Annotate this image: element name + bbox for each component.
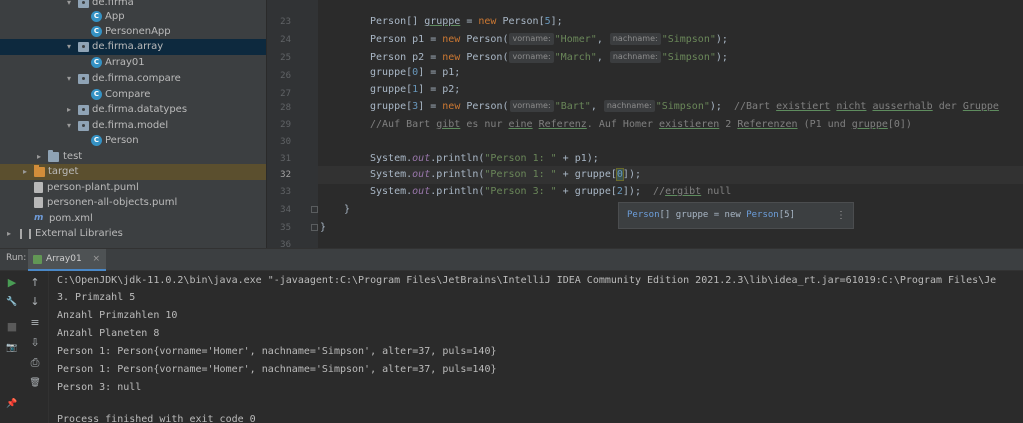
tree-item-de-firma-model[interactable]: ▾ de.firma.model <box>0 118 266 134</box>
package-icon <box>78 105 89 115</box>
code-line-28: gruppe[3] = new Person(vorname: "Bart", n… <box>370 100 999 112</box>
code-line-32: System.out.println("Person 1: " + gruppe… <box>370 168 641 181</box>
line-number: 34 <box>280 205 291 215</box>
tree-item-personen-all-objects-puml[interactable]: personen-all-objects.puml <box>0 195 266 211</box>
run-tab-array01[interactable]: Array01 × <box>28 249 106 271</box>
package-icon <box>78 0 89 8</box>
console-line: C:\OpenJDK\jdk-11.0.2\bin\java.exe "-jav… <box>57 275 997 286</box>
soft-wrap-icon[interactable]: ≡ <box>26 315 44 331</box>
declaration-popup[interactable]: Person[] gruppe = new Person[5] ⋮ <box>618 202 854 229</box>
code-line-27: gruppe[1] = p2; <box>370 84 461 95</box>
libraries-icon <box>20 229 31 239</box>
scroll-to-end-icon[interactable]: ⇩ <box>26 335 44 351</box>
line-number: 33 <box>280 187 291 197</box>
up-arrow-icon[interactable]: ↑ <box>26 275 44 291</box>
console-line: Person 1: Person{vorname='Homer', nachna… <box>57 364 497 375</box>
chevron-down-icon[interactable]: ▾ <box>64 39 74 55</box>
line-number-active: 32 <box>280 170 291 180</box>
camera-icon[interactable]: 📷 <box>3 340 21 356</box>
code-line-29: //Auf Bart gibt es nur eine Referenz. Au… <box>370 119 912 130</box>
parameter-hint: nachname: <box>609 51 661 63</box>
tree-item-person[interactable]: C Person <box>0 133 266 149</box>
rerun-icon[interactable]: ▶ <box>3 275 21 291</box>
more-options-icon[interactable]: ⋮ <box>836 203 846 228</box>
print-icon[interactable]: ⎙ <box>26 355 44 371</box>
line-number: 24 <box>280 35 291 45</box>
folder-icon <box>48 150 59 162</box>
run-tool-window: Run: Array01 × ▶ 🔧 ■ 📷 📌 ↑ ↓ ≡ ⇩ ⎙ 🗑 C:\… <box>0 248 1023 423</box>
console-line: Person 3: null <box>57 382 142 393</box>
line-number: 29 <box>280 120 291 130</box>
parameter-hint: vorname: <box>509 51 554 63</box>
line-number: 23 <box>280 17 291 27</box>
code-line-24: Person p1 = new Person(vorname: "Homer", … <box>370 33 728 45</box>
run-label: Run: <box>6 253 27 263</box>
pin-icon[interactable]: 📌 <box>3 396 21 412</box>
down-arrow-icon[interactable]: ↓ <box>26 294 44 310</box>
console-output[interactable]: C:\OpenJDK\jdk-11.0.2\bin\java.exe "-jav… <box>48 271 1023 423</box>
code-line-34: } <box>344 204 351 215</box>
console-line: Process finished with exit code 0 <box>57 414 256 423</box>
run-config-icon <box>33 255 42 264</box>
console-line: Anzahl Primzahlen 10 <box>57 310 178 321</box>
code-line-35: } <box>320 222 327 233</box>
chevron-down-icon[interactable]: ▾ <box>64 71 74 87</box>
tree-item-de-firma-datatypes[interactable]: ▸ de.firma.datatypes <box>0 102 266 118</box>
code-line-26: gruppe[0] = p1; <box>370 67 461 78</box>
chevron-down-icon[interactable]: ▾ <box>64 118 74 134</box>
class-icon: C <box>91 57 102 68</box>
trash-icon[interactable]: 🗑 <box>26 375 44 391</box>
package-icon <box>78 42 89 52</box>
package-icon <box>78 74 89 84</box>
tree-item-app[interactable]: C App <box>0 9 266 25</box>
tree-item-array01[interactable]: C Array01 <box>0 55 266 71</box>
file-icon <box>34 182 43 193</box>
line-number: 25 <box>280 53 291 63</box>
fold-marker-icon[interactable] <box>311 224 318 231</box>
chevron-right-icon[interactable]: ▸ <box>4 226 14 242</box>
stop-icon[interactable]: ■ <box>3 319 21 335</box>
line-number: 35 <box>280 223 291 233</box>
class-icon: C <box>91 26 102 37</box>
class-icon: C <box>91 11 102 22</box>
tree-item-de-firma-compare[interactable]: ▾ de.firma.compare <box>0 71 266 87</box>
line-number: 30 <box>280 137 291 147</box>
tree-item-person-plant-puml[interactable]: person-plant.puml <box>0 180 266 196</box>
parameter-hint: nachname: <box>609 33 661 45</box>
tree-item-target[interactable]: ▸ target <box>0 164 266 180</box>
console-line: Person 1: Person{vorname='Homer', nachna… <box>57 346 497 357</box>
line-number: 28 <box>280 103 291 113</box>
console-line: Anzahl Planeten 8 <box>57 328 160 339</box>
code-line-23: Person[] gruppe = new Person[5]; <box>370 16 563 27</box>
project-tree: ▾ de.firma C App C PersonenApp ▾ de.firm… <box>0 0 266 248</box>
parameter-hint: nachname: <box>603 100 655 112</box>
tree-item-test[interactable]: ▸ test <box>0 149 266 165</box>
folder-icon <box>34 165 45 177</box>
chevron-right-icon[interactable]: ▸ <box>64 102 74 118</box>
parameter-hint: vorname: <box>509 33 554 45</box>
chevron-right-icon[interactable]: ▸ <box>20 164 30 180</box>
class-icon: C <box>91 135 102 146</box>
wrench-icon[interactable]: 🔧 <box>3 294 21 310</box>
chevron-right-icon[interactable]: ▸ <box>34 149 44 165</box>
file-icon <box>34 197 43 208</box>
fold-marker-icon[interactable] <box>311 206 318 213</box>
console-line: 3. Primzahl 5 <box>57 292 136 303</box>
parameter-hint: vorname: <box>509 100 554 112</box>
tree-item-external-libraries[interactable]: ▸ External Libraries <box>0 226 266 242</box>
tree-item-pom-xml[interactable]: m pom.xml <box>0 211 266 227</box>
tree-item-personenapp[interactable]: C PersonenApp <box>0 24 266 40</box>
package-icon <box>78 121 89 131</box>
close-icon[interactable]: × <box>92 249 100 269</box>
run-header: Run: Array01 × <box>0 249 1023 271</box>
line-number: 26 <box>280 71 291 81</box>
class-icon: C <box>91 89 102 100</box>
code-line-33: System.out.println("Person 3: " + gruppe… <box>370 186 732 197</box>
tree-item-de-firma-array[interactable]: ▾ de.firma.array <box>0 39 266 55</box>
tree-item-compare[interactable]: C Compare <box>0 87 266 103</box>
maven-icon: m <box>34 213 44 223</box>
